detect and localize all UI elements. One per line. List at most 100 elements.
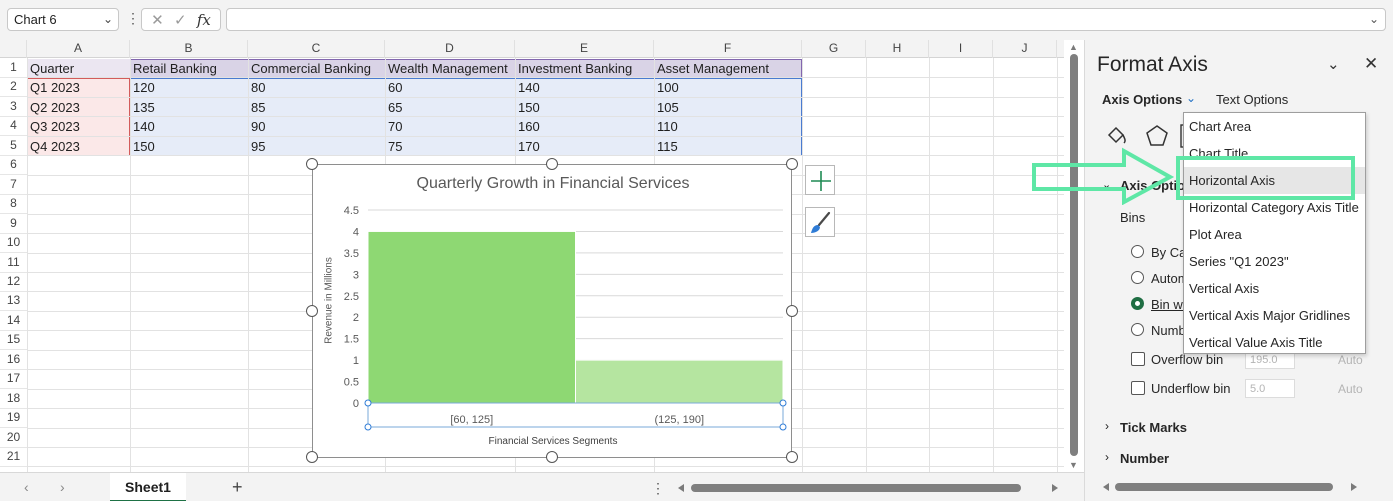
section-tick-marks[interactable]: Tick Marks	[1120, 420, 1187, 435]
chevron-down-icon[interactable]: ⌄	[1186, 91, 1196, 105]
pane-scroll-thumb[interactable]	[1115, 483, 1333, 491]
add-sheet-icon[interactable]: +	[232, 477, 243, 498]
cancel-icon[interactable]: ✕	[151, 11, 164, 29]
dropdown-item[interactable]: Vertical Axis Major Gridlines	[1184, 302, 1365, 329]
cell[interactable]: 140	[515, 78, 654, 97]
row-header[interactable]: 3	[0, 97, 27, 117]
column-header[interactable]: B	[130, 40, 248, 58]
chart-title[interactable]: Quarterly Growth in Financial Services	[313, 175, 793, 193]
cell[interactable]: 65	[385, 98, 515, 117]
tab-text-options[interactable]: Text Options	[1216, 92, 1288, 107]
scroll-down-icon[interactable]: ▼	[1069, 460, 1078, 470]
dropdown-item[interactable]: Vertical Axis	[1184, 275, 1365, 302]
more-options-icon[interactable]: ⋮	[126, 10, 140, 27]
cell[interactable]: 170	[515, 137, 654, 156]
vertical-scroll-thumb[interactable]	[1070, 54, 1078, 456]
row-header[interactable]: 21	[0, 447, 27, 467]
cell[interactable]: 80	[248, 78, 385, 97]
cell[interactable]: Investment Banking	[515, 59, 654, 78]
column-header[interactable]: H	[866, 40, 929, 58]
dropdown-item[interactable]: Chart Area	[1184, 113, 1365, 140]
cell[interactable]: 100	[654, 78, 802, 97]
cell[interactable]: 75	[385, 137, 515, 156]
resize-handle-bottom-left[interactable]	[306, 451, 318, 463]
name-box[interactable]: Chart 6 ⌄	[7, 8, 119, 31]
chevron-down-icon[interactable]: ⌄	[103, 12, 113, 26]
more-options-icon[interactable]: ⋮	[651, 480, 665, 497]
row-header[interactable]: 7	[0, 175, 27, 195]
row-header[interactable]: 10	[0, 233, 27, 254]
horizontal-axis-title[interactable]: Financial Services Segments	[313, 436, 793, 447]
row-header[interactable]: 18	[0, 389, 27, 409]
underflow-bin-input[interactable]: 5.0	[1245, 379, 1295, 398]
chevron-right-icon[interactable]: ›	[1105, 450, 1109, 464]
resize-handle-right[interactable]	[786, 305, 798, 317]
histogram-chart[interactable]: 0 0.5 1 1.5 2 2.5 3 3.5 4 4.5 [60, 125] (125, 190] …	[312, 164, 792, 458]
row-header[interactable]: 4	[0, 116, 27, 137]
resize-handle-top-right[interactable]	[786, 158, 798, 170]
tab-axis-options[interactable]: Axis Options	[1102, 92, 1182, 107]
cell[interactable]: 150	[130, 137, 248, 156]
expand-formula-chevron-icon[interactable]: ⌄	[1369, 12, 1379, 26]
cell[interactable]: 160	[515, 117, 654, 136]
column-header[interactable]: I	[929, 40, 993, 58]
row-header[interactable]: 13	[0, 291, 27, 312]
cell[interactable]: 140	[130, 117, 248, 136]
cell[interactable]: 110	[654, 117, 802, 136]
row-header[interactable]: 17	[0, 369, 27, 390]
dropdown-item[interactable]: Plot Area	[1184, 221, 1365, 248]
radio-by-category[interactable]	[1131, 245, 1144, 258]
cell[interactable]: 95	[248, 137, 385, 156]
horizontal-scrollbar[interactable]	[676, 481, 1060, 495]
close-icon[interactable]: ✕	[1364, 54, 1378, 74]
cell[interactable]: 135	[130, 98, 248, 117]
cell[interactable]: Q3 2023	[27, 117, 130, 136]
cell[interactable]: 90	[248, 117, 385, 136]
row-header[interactable]: 19	[0, 408, 27, 429]
radio-number-of-bins[interactable]	[1131, 323, 1144, 336]
resize-handle-top[interactable]	[546, 158, 558, 170]
insert-function-icon[interactable]: fx	[197, 11, 211, 29]
resize-handle-top-left[interactable]	[306, 158, 318, 170]
pane-horizontal-scrollbar[interactable]	[1101, 481, 1359, 493]
prev-sheet-icon[interactable]: ‹	[24, 479, 29, 495]
formula-input[interactable]: ⌄	[226, 8, 1386, 31]
overflow-bin-checkbox[interactable]	[1131, 352, 1145, 366]
resize-handle-left[interactable]	[306, 305, 318, 317]
scroll-up-icon[interactable]: ▲	[1069, 42, 1078, 52]
row-header[interactable]: 8	[0, 194, 27, 215]
row-header[interactable]: 5	[0, 136, 27, 156]
column-header[interactable]: C	[248, 40, 385, 58]
cell[interactable]: 120	[130, 78, 248, 97]
radio-bin-width[interactable]	[1131, 297, 1144, 310]
radio-automatic[interactable]	[1131, 271, 1144, 284]
horizontal-scroll-thumb[interactable]	[691, 484, 1021, 492]
column-header[interactable]: E	[515, 40, 654, 58]
row-header[interactable]: 1	[0, 58, 27, 78]
column-header[interactable]: A	[27, 40, 130, 58]
cell[interactable]: 70	[385, 117, 515, 136]
underflow-bin-checkbox[interactable]	[1131, 381, 1145, 395]
cell[interactable]: Commercial Banking	[248, 59, 385, 78]
chart-elements-button[interactable]	[805, 165, 835, 195]
row-header[interactable]: 6	[0, 155, 27, 176]
row-header[interactable]: 11	[0, 253, 27, 273]
column-header[interactable]: J	[993, 40, 1057, 58]
resize-handle-bottom-right[interactable]	[786, 451, 798, 463]
cell[interactable]: Q4 2023	[27, 137, 130, 156]
row-header[interactable]: 2	[0, 77, 27, 98]
row-header[interactable]: 16	[0, 350, 27, 370]
cell[interactable]: 60	[385, 78, 515, 97]
column-header[interactable]: D	[385, 40, 515, 58]
check-icon[interactable]: ✓	[174, 11, 187, 29]
cell[interactable]: 150	[515, 98, 654, 117]
dropdown-item[interactable]: Series "Q1 2023"	[1184, 248, 1365, 275]
dropdown-item[interactable]: Vertical Value Axis Title	[1184, 329, 1365, 356]
chevron-down-icon[interactable]: ⌄	[1327, 55, 1340, 73]
cell[interactable]: 115	[654, 137, 802, 156]
cell[interactable]: 85	[248, 98, 385, 117]
section-number[interactable]: Number	[1120, 451, 1169, 466]
row-header[interactable]: 14	[0, 311, 27, 331]
chart-styles-button[interactable]	[805, 207, 835, 237]
cell[interactable]: Quarter	[27, 59, 130, 78]
